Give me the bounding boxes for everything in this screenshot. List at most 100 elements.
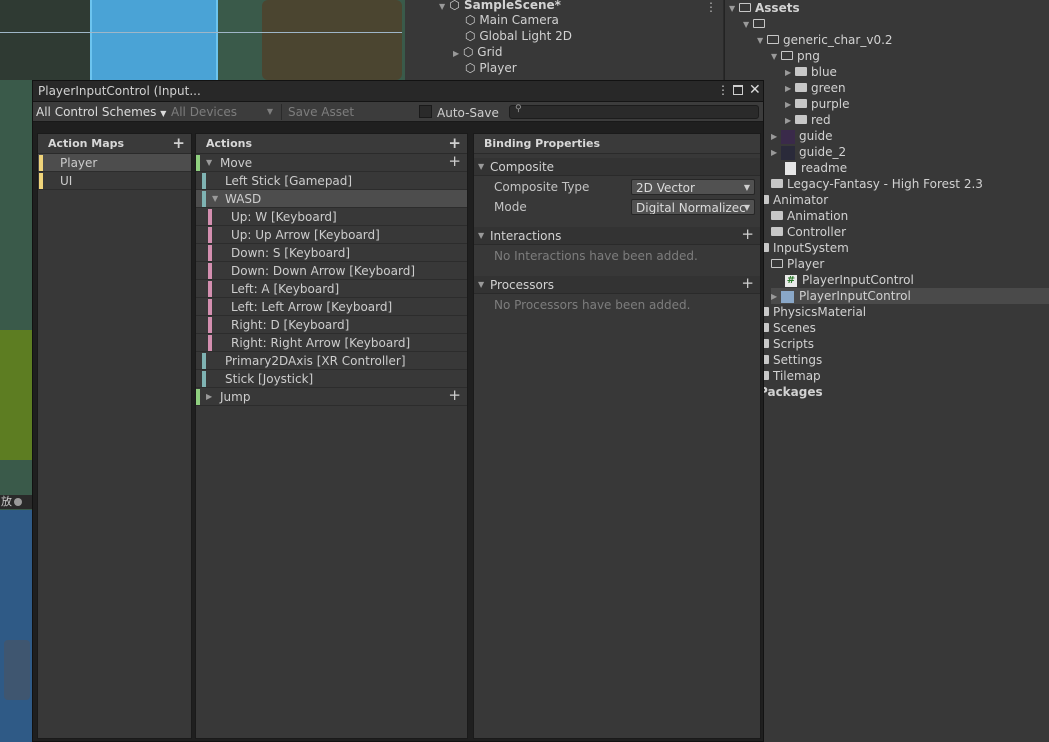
project-item[interactable]: ▶ red: [785, 112, 831, 128]
mode-dropdown[interactable]: Digital Normalizec ▼: [631, 199, 755, 215]
expand-triangle-icon[interactable]: ▼: [743, 17, 753, 33]
project-item[interactable]: Settings: [757, 352, 822, 368]
expand-triangle-icon[interactable]: ▼: [771, 49, 781, 65]
project-item[interactable]: ▶ green: [785, 80, 846, 96]
expand-triangle-icon[interactable]: ▶: [785, 97, 795, 113]
project-item[interactable]: ▼ generic_char_v0.2: [757, 32, 893, 48]
part-binding-row[interactable]: Up: W [Keyboard]: [196, 208, 467, 226]
part-binding-row[interactable]: Up: Up Arrow [Keyboard]: [196, 226, 467, 244]
project-item[interactable]: Legacy-Fantasy - High Forest 2.3: [771, 176, 983, 192]
expand-triangle-icon[interactable]: ▶: [206, 388, 212, 406]
slider-handle[interactable]: [14, 498, 22, 506]
devices-dropdown[interactable]: All Devices ▼: [171, 102, 275, 122]
composite-row-wasd[interactable]: ▼ WASD: [196, 190, 467, 208]
more-menu-icon[interactable]: ⋮: [717, 83, 729, 97]
close-icon[interactable]: ✕: [749, 82, 761, 98]
part-binding-row[interactable]: Down: S [Keyboard]: [196, 244, 467, 262]
project-item[interactable]: ▶ guide: [771, 128, 833, 144]
part-binding-row[interactable]: Left: A [Keyboard]: [196, 280, 467, 298]
project-item[interactable]: ▶ guide_2: [771, 144, 846, 160]
expand-triangle-icon[interactable]: ▶: [771, 145, 781, 161]
hierarchy-item-player[interactable]: ⬡ Player: [465, 60, 517, 76]
window-titlebar[interactable]: PlayerInputControl (Input... ⋮ ✕: [33, 81, 763, 102]
processors-section[interactable]: ▼ Processors +: [474, 274, 760, 294]
project-item[interactable]: Controller: [771, 224, 846, 240]
expand-triangle-icon[interactable]: ▼: [439, 2, 445, 11]
scene-rock: [262, 0, 402, 80]
project-item[interactable]: ▶ purple: [785, 96, 850, 112]
binding-properties-panel: Binding Properties ▼ Composite Composite …: [473, 133, 761, 739]
folder-icon: [795, 115, 807, 124]
project-item-selected[interactable]: ▶ PlayerInputControl: [771, 288, 1049, 304]
folder-label: png: [797, 49, 820, 63]
expand-triangle-icon[interactable]: ▶: [785, 113, 795, 129]
project-item[interactable]: Animation: [771, 208, 848, 224]
action-row-move[interactable]: ▼ Move +: [196, 152, 467, 172]
binding-row[interactable]: Stick [Joystick]: [196, 370, 467, 388]
project-item[interactable]: Scripts: [757, 336, 814, 352]
control-schemes-dropdown[interactable]: All Control Schemes ▼: [36, 102, 166, 122]
expand-triangle-icon[interactable]: ▶: [785, 81, 795, 97]
hierarchy-item-main-camera[interactable]: ⬡ Main Camera: [465, 12, 559, 28]
part-binding-row[interactable]: Right: D [Keyboard]: [196, 316, 467, 334]
expand-triangle-icon[interactable]: ▼: [206, 154, 212, 172]
asset-label: PlayerInputControl: [802, 273, 914, 287]
action-map-item[interactable]: Player: [38, 154, 191, 172]
project-root-assets[interactable]: ▼ Assets: [729, 0, 800, 16]
project-item[interactable]: ▼ png: [771, 48, 820, 64]
part-binding-row[interactable]: Down: Down Arrow [Keyboard]: [196, 262, 467, 280]
project-item[interactable]: readme: [785, 160, 847, 176]
actions-panel: Actions + ▼ Move + Left Stick [Gamepad] ▼ WA…: [195, 133, 468, 739]
project-item[interactable]: ▶ blue: [785, 64, 837, 80]
binding-label: Up: W [Keyboard]: [231, 210, 337, 224]
expand-triangle-icon[interactable]: ▶: [771, 129, 781, 145]
composite-section[interactable]: ▼ Composite: [474, 158, 760, 176]
expand-triangle-icon[interactable]: ▶: [785, 65, 795, 81]
add-interaction-icon[interactable]: +: [741, 225, 754, 245]
auto-save-checkbox[interactable]: [419, 105, 432, 118]
binding-label: Primary2DAxis [XR Controller]: [225, 354, 406, 368]
action-row-jump[interactable]: ▶ Jump +: [196, 386, 467, 406]
expand-triangle-icon[interactable]: ▼: [212, 190, 218, 208]
maximize-icon[interactable]: [733, 85, 743, 95]
expand-triangle-icon[interactable]: ▼: [729, 1, 739, 17]
project-item[interactable]: Animator: [757, 192, 828, 208]
binding-row[interactable]: Primary2DAxis [XR Controller]: [196, 352, 467, 370]
more-menu-icon[interactable]: ⋮: [705, 0, 717, 14]
project-item[interactable]: Player: [771, 256, 824, 272]
project-item[interactable]: # PlayerInputControl: [785, 272, 914, 288]
interactions-section[interactable]: ▼ Interactions +: [474, 225, 760, 245]
binding-label: Right: Right Arrow [Keyboard]: [231, 336, 411, 350]
folder-icon: [771, 227, 783, 236]
chevron-down-icon: ▼: [743, 203, 750, 212]
add-binding-icon[interactable]: +: [448, 386, 461, 406]
expand-triangle-icon[interactable]: ▶: [771, 289, 781, 305]
project-item[interactable]: InputSystem: [757, 240, 849, 256]
expand-triangle-icon[interactable]: ▼: [478, 276, 484, 294]
add-binding-icon[interactable]: +: [448, 152, 461, 172]
project-item[interactable]: ▼: [743, 16, 769, 32]
binding-row[interactable]: Left Stick [Gamepad]: [196, 172, 467, 190]
action-map-label: Player: [60, 156, 98, 170]
project-item[interactable]: Scenes: [757, 320, 816, 336]
hierarchy-item-global-light[interactable]: ⬡ Global Light 2D: [465, 28, 572, 44]
expand-triangle-icon[interactable]: ▼: [478, 227, 484, 245]
part-binding-row[interactable]: Right: Right Arrow [Keyboard]: [196, 334, 467, 352]
action-map-item[interactable]: UI: [38, 172, 191, 190]
add-processor-icon[interactable]: +: [741, 274, 754, 294]
hierarchy-item-label: Global Light 2D: [479, 29, 573, 43]
expand-triangle-icon[interactable]: ▼: [757, 33, 767, 49]
composite-type-dropdown[interactable]: 2D Vector ▼: [631, 179, 755, 195]
search-field[interactable]: ⚲: [509, 104, 759, 119]
part-binding-row[interactable]: Left: Left Arrow [Keyboard]: [196, 298, 467, 316]
folder-label: Assets: [755, 1, 800, 15]
expand-triangle-icon[interactable]: ▶: [453, 49, 459, 58]
action-maps-panel: Action Maps + Player UI: [37, 133, 192, 739]
save-asset-button[interactable]: Save Asset: [288, 102, 354, 122]
project-item[interactable]: Tilemap: [757, 368, 821, 384]
hierarchy-item-grid[interactable]: ▶ ⬡ Grid: [453, 44, 502, 60]
project-item[interactable]: PhysicsMaterial: [757, 304, 866, 320]
expand-triangle-icon[interactable]: ▼: [478, 158, 484, 176]
add-action-icon[interactable]: +: [448, 134, 461, 154]
add-action-map-icon[interactable]: +: [172, 134, 185, 154]
